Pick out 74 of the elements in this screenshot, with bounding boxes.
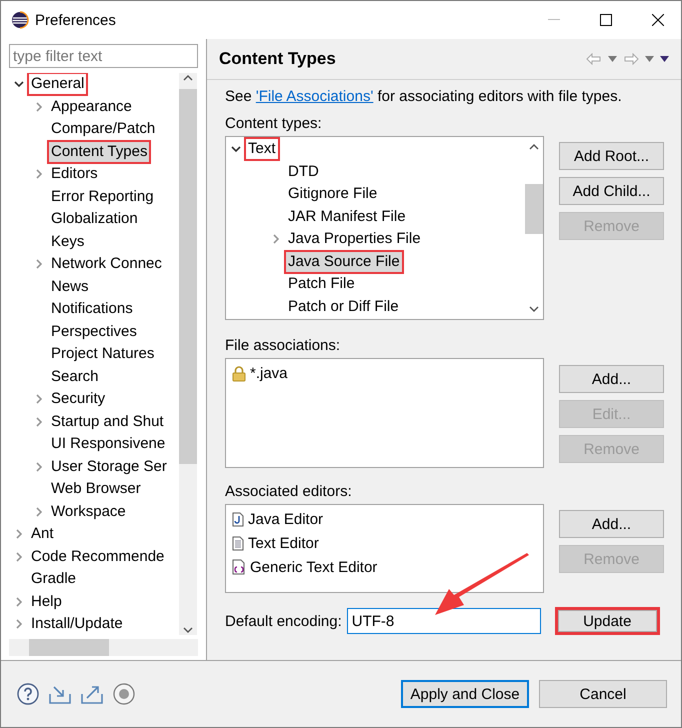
tree-item[interactable]: Startup and Shut xyxy=(49,412,166,432)
encoding-field[interactable]: UTF-8 xyxy=(346,608,541,634)
page-title: Content Types xyxy=(219,49,337,69)
tree-item[interactable]: Install/Update xyxy=(29,614,125,634)
action-button[interactable]: Add... xyxy=(559,365,664,393)
tree-item[interactable]: Project Natures xyxy=(49,344,156,364)
tree-item[interactable]: Perspectives xyxy=(49,322,139,342)
tree-item[interactable]: Editors xyxy=(49,164,100,184)
content-type-item[interactable]: JAR Manifest File xyxy=(286,206,408,227)
back-icon[interactable] xyxy=(586,53,602,65)
encoding-label: Default encoding: xyxy=(225,612,342,630)
action-button[interactable]: Add... xyxy=(559,510,664,538)
section-label: Associated editors: xyxy=(225,483,353,500)
dropdown-icon[interactable] xyxy=(645,56,654,62)
record-icon[interactable] xyxy=(113,683,135,705)
editor-item[interactable]: Java Editor xyxy=(248,510,324,528)
tree-item[interactable]: Search xyxy=(49,366,101,387)
tree-item[interactable]: Ant xyxy=(29,524,56,544)
dropdown-icon[interactable] xyxy=(608,56,617,62)
tree-item[interactable]: Help xyxy=(29,592,64,612)
tree-item[interactable]: Gradle xyxy=(29,569,78,590)
scrollbar[interactable] xyxy=(179,73,197,635)
intro-text: See 'File Associations' for associating editors with file types. xyxy=(225,88,623,105)
update-button[interactable]: Update xyxy=(554,607,660,635)
dialog-button[interactable]: Apply and Close xyxy=(401,680,529,708)
tree-item[interactable]: Appearance xyxy=(49,96,134,117)
app-logo-icon xyxy=(11,11,29,29)
section-label: Content types: xyxy=(225,115,323,132)
tree-item[interactable]: Security xyxy=(49,389,108,410)
tree-item[interactable]: UI Responsivene xyxy=(49,434,168,454)
editor-item[interactable]: Generic Text Editor xyxy=(250,558,378,576)
tree-item[interactable]: Content Types xyxy=(49,142,150,162)
action-button[interactable]: Add Root... xyxy=(559,142,664,170)
tree-item[interactable]: Globalization xyxy=(49,209,140,230)
filter-field[interactable]: type filter text xyxy=(9,44,198,68)
content-type-item[interactable]: Patch File xyxy=(286,274,357,294)
tree-item[interactable]: News xyxy=(49,276,91,297)
tree-item[interactable]: Compare/Patch xyxy=(49,119,158,140)
help-icon[interactable] xyxy=(17,683,39,705)
scrollbar[interactable] xyxy=(9,639,198,656)
content-type-item[interactable]: Java Properties File xyxy=(286,229,423,250)
editor-item[interactable]: Text Editor xyxy=(248,534,319,552)
import-icon[interactable] xyxy=(49,684,71,704)
scroll-up-icon[interactable] xyxy=(183,73,193,83)
generic-editor-icon xyxy=(232,559,246,575)
tree-item[interactable]: General xyxy=(29,74,86,94)
scroll-down-icon[interactable] xyxy=(183,625,193,635)
content-type-item[interactable]: Patch or Diff File xyxy=(286,296,401,317)
java-file-icon xyxy=(232,512,244,526)
section-label: File associations: xyxy=(225,337,342,354)
action-button[interactable]: Add Child... xyxy=(559,177,664,205)
dialog-button[interactable]: Cancel xyxy=(539,680,667,708)
tree-item[interactable]: Keys xyxy=(49,232,86,252)
text-file-icon xyxy=(232,536,244,550)
menu-icon[interactable] xyxy=(660,56,669,62)
content-type-item[interactable]: DTD xyxy=(286,162,321,182)
content-type-item[interactable]: Gitignore File xyxy=(286,184,380,204)
forward-icon[interactable] xyxy=(623,53,639,65)
tree-item[interactable]: Code Recommende xyxy=(29,546,166,567)
file-associations-link[interactable]: 'File Associations' xyxy=(256,88,374,105)
tree-item[interactable]: Error Reporting xyxy=(49,186,156,207)
tree-item[interactable]: Network Connec xyxy=(49,254,164,274)
scroll-down-icon[interactable] xyxy=(529,304,539,314)
export-icon[interactable] xyxy=(81,684,103,704)
window-title: Preferences xyxy=(35,12,117,28)
content-type-item[interactable]: Java Source File xyxy=(286,252,402,272)
tree-item[interactable]: Workspace xyxy=(49,502,128,522)
content-type-item[interactable]: Text xyxy=(246,139,278,160)
tree-item[interactable]: Web Browser xyxy=(49,479,143,500)
scroll-up-icon[interactable] xyxy=(529,142,539,152)
tree-item[interactable]: User Storage Ser xyxy=(49,456,169,477)
lock-icon xyxy=(232,366,246,382)
file-association-item[interactable]: *.java xyxy=(250,365,288,382)
tree-item[interactable]: Notifications xyxy=(49,299,135,320)
